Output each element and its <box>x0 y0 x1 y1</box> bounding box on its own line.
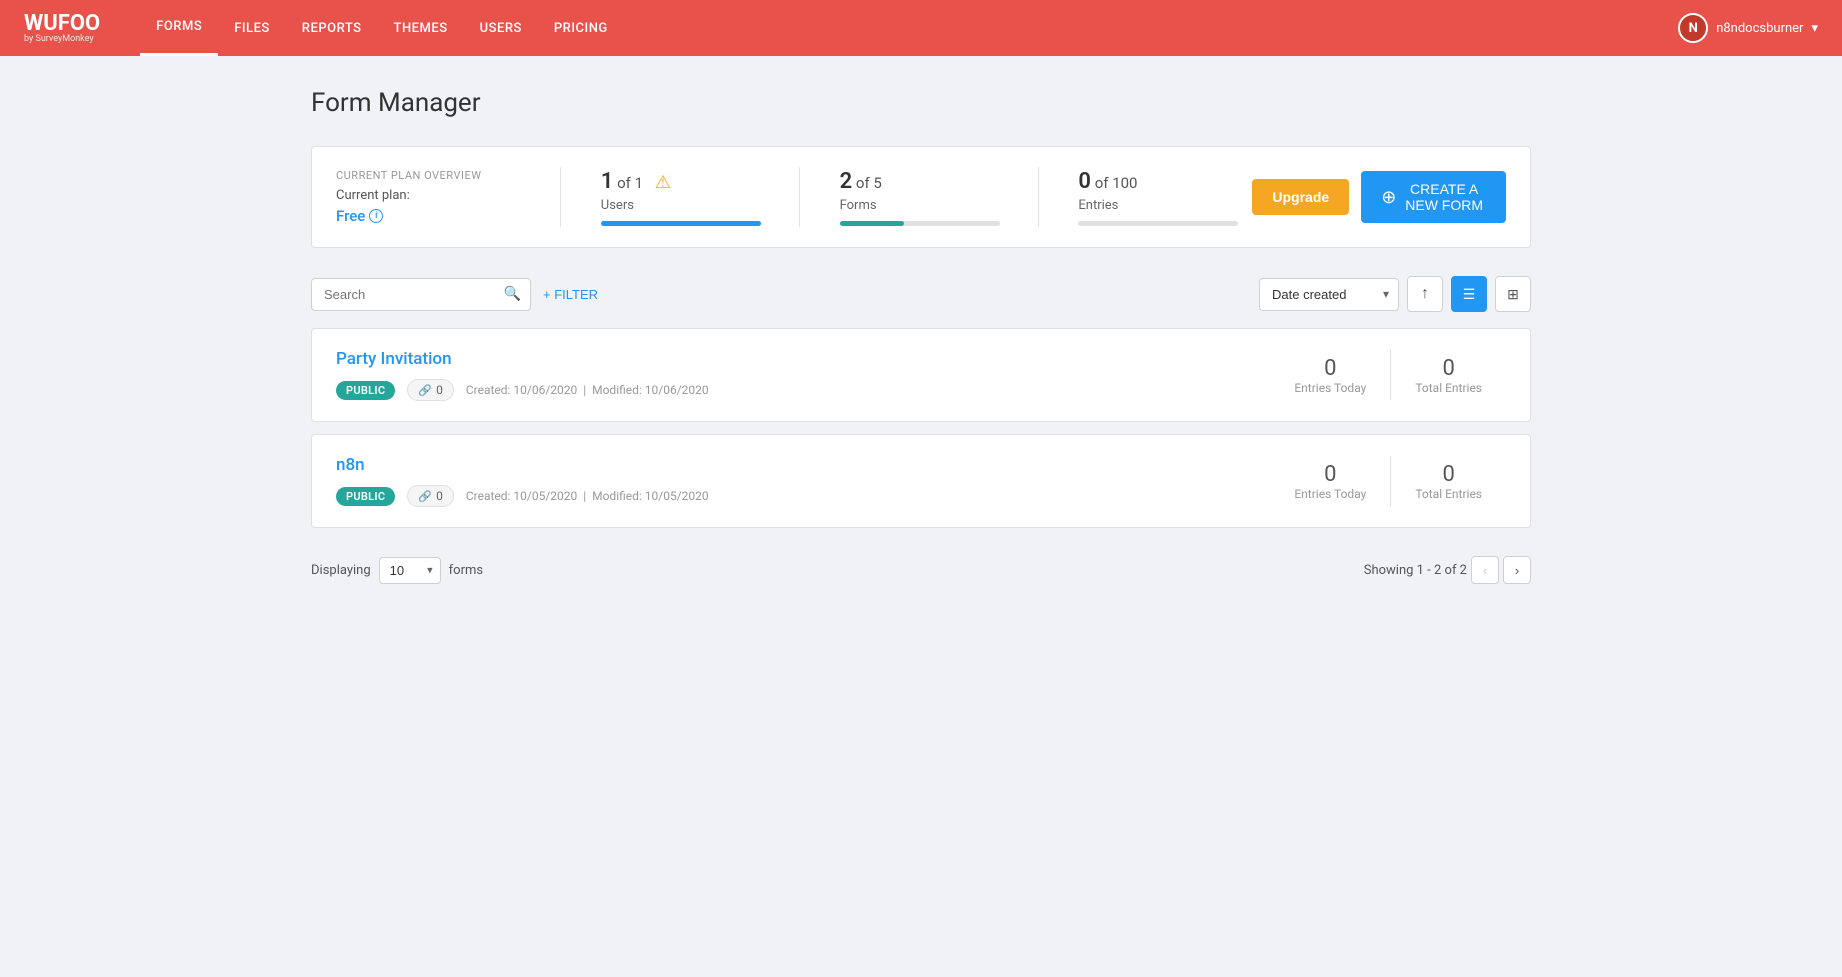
plan-name: Free i <box>336 207 536 225</box>
showing-label: Showing 1 - 2 of 2 <box>1364 563 1467 578</box>
warning-icon: ⚠ <box>655 172 671 193</box>
username: n8ndocsburner <box>1716 21 1803 36</box>
displaying-label: Displaying <box>311 563 371 578</box>
users-current: 1 <box>601 169 614 194</box>
current-plan-label: Current plan: <box>336 188 536 203</box>
forms-label: Forms <box>840 198 998 213</box>
form-dates-2: Created: 10/05/2020 | Modified: 10/05/20… <box>466 489 709 503</box>
list-footer: Displaying 10 25 50 100 ▾ forms Showing … <box>311 540 1531 600</box>
form-meta-2: PUBLIC 🔗 0 Created: 10/05/2020 | Modifie… <box>336 485 1270 507</box>
sort-select-wrap: Date created Name Date modified ▾ <box>1259 278 1399 311</box>
search-icon: 🔍 <box>504 286 521 302</box>
upgrade-button[interactable]: Upgrade <box>1252 179 1349 215</box>
nav-reports[interactable]: REPORTS <box>286 0 378 56</box>
pagination: Showing 1 - 2 of 2 ‹ › <box>1364 556 1531 584</box>
form-card-main-2: n8n PUBLIC 🔗 0 Created: 10/05/2020 | Mod… <box>336 455 1270 507</box>
table-row: n8n PUBLIC 🔗 0 Created: 10/05/2020 | Mod… <box>311 434 1531 528</box>
nav-pricing[interactable]: PRICING <box>538 0 624 56</box>
logo-subtext: by SurveyMonkey <box>24 35 100 44</box>
form-dates-1: Created: 10/06/2020 | Modified: 10/06/20… <box>466 383 709 397</box>
forms-bar <box>840 221 1000 226</box>
create-form-button[interactable]: ⊕ CREATE A NEW FORM <box>1361 171 1506 223</box>
per-page-select[interactable]: 10 25 50 100 <box>379 557 441 584</box>
entries-today-stat-2: 0 Entries Today <box>1270 462 1390 501</box>
logo: WUFOO by SurveyMonkey <box>24 13 100 44</box>
form-title-1[interactable]: Party Invitation <box>336 349 1270 369</box>
logo-text: WUFOO <box>24 11 100 36</box>
plan-info-icon[interactable]: i <box>369 209 383 223</box>
search-box: 🔍 <box>311 278 531 311</box>
entries-label: Entries <box>1078 198 1236 213</box>
entries-bar <box>1078 221 1238 226</box>
users-bar <box>601 221 761 226</box>
users-stat: 1 of 1 ⚠ Users <box>585 169 775 226</box>
form-card-main-1: Party Invitation PUBLIC 🔗 0 Created: 10/… <box>336 349 1270 401</box>
nav-forms[interactable]: FORMS <box>140 0 218 56</box>
prev-page-button[interactable]: ‹ <box>1471 556 1499 584</box>
sort-asc-icon: ↑ <box>1421 285 1429 303</box>
divider-2 <box>799 167 800 227</box>
nav-links: FORMS FILES REPORTS THEMES USERS PRICING <box>140 0 1678 56</box>
sort-select[interactable]: Date created Name Date modified <box>1259 278 1399 311</box>
users-label: Users <box>601 198 759 213</box>
plan-section-label: CURRENT PLAN OVERVIEW <box>336 169 536 182</box>
create-plus-icon: ⊕ <box>1381 187 1396 208</box>
plan-actions: Upgrade ⊕ CREATE A NEW FORM <box>1252 171 1506 223</box>
forms-bar-fill <box>840 221 904 226</box>
link-icon-1: 🔗 <box>418 384 432 397</box>
main-content: Form Manager CURRENT PLAN OVERVIEW Curre… <box>271 56 1571 632</box>
view-list-button[interactable]: ☰ <box>1451 276 1487 312</box>
filter-button[interactable]: + FILTER <box>543 287 598 302</box>
form-stats-2: 0 Entries Today 0 Total Entries <box>1270 456 1506 506</box>
form-meta-1: PUBLIC 🔗 0 Created: 10/06/2020 | Modifie… <box>336 379 1270 401</box>
list-view-icon: ☰ <box>1463 286 1476 303</box>
search-input[interactable] <box>311 278 531 311</box>
table-row: Party Invitation PUBLIC 🔗 0 Created: 10/… <box>311 328 1531 422</box>
entries-of: of 100 <box>1095 174 1138 192</box>
entries-current: 0 <box>1078 169 1091 194</box>
forms-of: of 5 <box>856 174 882 192</box>
nav-themes[interactable]: THEMES <box>378 0 464 56</box>
per-page-select-wrap: 10 25 50 100 ▾ <box>379 557 441 584</box>
total-entries-stat-1: 0 Total Entries <box>1391 356 1506 395</box>
divider-3 <box>1038 167 1039 227</box>
plan-overview: CURRENT PLAN OVERVIEW Current plan: Free… <box>311 146 1531 248</box>
entries-stat: 0 of 100 Entries <box>1062 169 1252 226</box>
divider-1 <box>560 167 561 227</box>
toolbar-right: Date created Name Date modified ▾ ↑ ☰ ⊞ <box>1259 276 1531 312</box>
status-badge-2: PUBLIC <box>336 487 395 506</box>
count-badge-2: 🔗 0 <box>407 485 453 507</box>
forms-label: forms <box>449 563 483 578</box>
view-grid-button[interactable]: ⊞ <box>1495 276 1531 312</box>
status-badge-1: PUBLIC <box>336 381 395 400</box>
nav-files[interactable]: FILES <box>218 0 286 56</box>
total-entries-stat-2: 0 Total Entries <box>1391 462 1506 501</box>
nav-users[interactable]: USERS <box>464 0 538 56</box>
plan-label-col: CURRENT PLAN OVERVIEW Current plan: Free… <box>336 169 536 225</box>
entries-today-stat-1: 0 Entries Today <box>1270 356 1390 395</box>
displaying: Displaying 10 25 50 100 ▾ forms <box>311 557 483 584</box>
avatar: N <box>1678 13 1708 43</box>
user-menu[interactable]: N n8ndocsburner ▾ <box>1678 13 1818 43</box>
toolbar: 🔍 + FILTER Date created Name Date modifi… <box>311 276 1531 312</box>
grid-view-icon: ⊞ <box>1507 286 1519 303</box>
link-icon-2: 🔗 <box>418 490 432 503</box>
sort-order-button[interactable]: ↑ <box>1407 276 1443 312</box>
form-stats-1: 0 Entries Today 0 Total Entries <box>1270 350 1506 400</box>
user-chevron-icon: ▾ <box>1811 21 1818 36</box>
count-badge-1: 🔗 0 <box>407 379 453 401</box>
users-bar-fill <box>601 221 761 226</box>
next-page-button[interactable]: › <box>1503 556 1531 584</box>
forms-stat: 2 of 5 Forms <box>824 169 1014 226</box>
form-list: Party Invitation PUBLIC 🔗 0 Created: 10/… <box>311 328 1531 528</box>
form-title-2[interactable]: n8n <box>336 455 1270 475</box>
navigation: WUFOO by SurveyMonkey FORMS FILES REPORT… <box>0 0 1842 56</box>
page-title: Form Manager <box>311 88 1531 118</box>
users-of: of 1 <box>617 174 643 192</box>
forms-current: 2 <box>840 169 853 194</box>
